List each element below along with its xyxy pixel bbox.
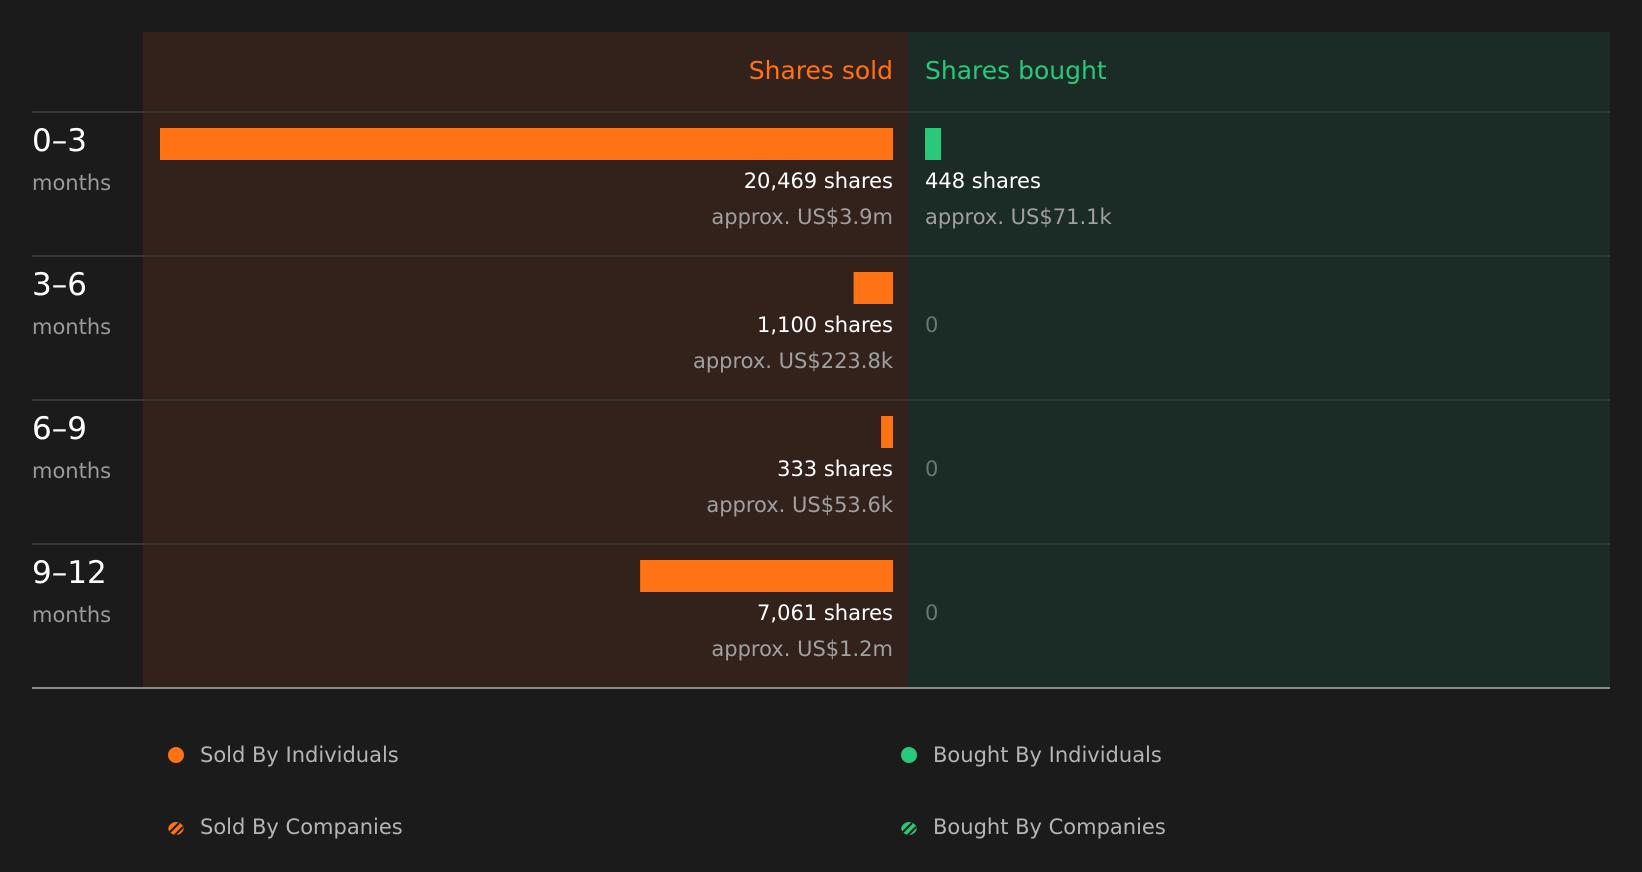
bought-shares-label: 448 shares [925, 169, 1041, 193]
header-shares-bought: Shares bought [925, 56, 1107, 85]
legend-label: Sold By Companies [200, 815, 403, 839]
bought-zero-label: 0 [925, 313, 938, 337]
sold-approx-value: approx. US$53.6k [706, 493, 894, 517]
period-unit-label: months [32, 603, 111, 627]
period-unit-label: months [32, 459, 111, 483]
orange-hatched-dot-icon [168, 819, 184, 835]
period-unit-label: months [32, 315, 111, 339]
legend-bought-individuals: Bought By Individuals [901, 743, 1162, 767]
sold-shares-label: 1,100 shares [757, 313, 893, 337]
insider-trading-chart: Shares sold Shares bought 0–3 months 20,469 … [32, 32, 1610, 689]
legend-label: Sold By Individuals [200, 743, 399, 767]
green-dot-icon [901, 747, 917, 763]
sold-approx-value: approx. US$3.9m [711, 205, 893, 229]
legend-sold-individuals: Sold By Individuals [168, 743, 399, 767]
sold-bar [853, 272, 893, 304]
legend-label: Bought By Companies [933, 815, 1166, 839]
period-label: 9–12 [32, 555, 107, 591]
orange-dot-icon [168, 747, 184, 763]
sold-bar [160, 128, 893, 160]
period-label: 3–6 [32, 267, 87, 303]
sold-bar [881, 416, 893, 448]
bought-approx-value: approx. US$71.1k [925, 205, 1113, 229]
period-label: 6–9 [32, 411, 87, 447]
legend-bought-companies: Bought By Companies [901, 815, 1166, 839]
bought-zero-label: 0 [925, 601, 938, 625]
green-hatched-dot-icon [901, 819, 917, 835]
period-unit-label: months [32, 171, 111, 195]
period-label: 0–3 [32, 123, 87, 159]
sold-bar [640, 560, 893, 592]
sold-approx-value: approx. US$1.2m [711, 637, 893, 661]
sold-shares-label: 7,061 shares [757, 601, 893, 625]
header-shares-sold: Shares sold [749, 56, 893, 85]
legend-label: Bought By Individuals [933, 743, 1162, 767]
bought-bar [925, 128, 942, 160]
sold-shares-label: 333 shares [777, 457, 893, 481]
sold-approx-value: approx. US$223.8k [693, 349, 894, 373]
bought-zero-label: 0 [925, 457, 938, 481]
bought-panel [908, 32, 1610, 688]
sold-shares-label: 20,469 shares [744, 169, 893, 193]
chart-legend: Sold By Individuals Bought By Individual… [0, 700, 1642, 872]
legend-sold-companies: Sold By Companies [168, 815, 403, 839]
